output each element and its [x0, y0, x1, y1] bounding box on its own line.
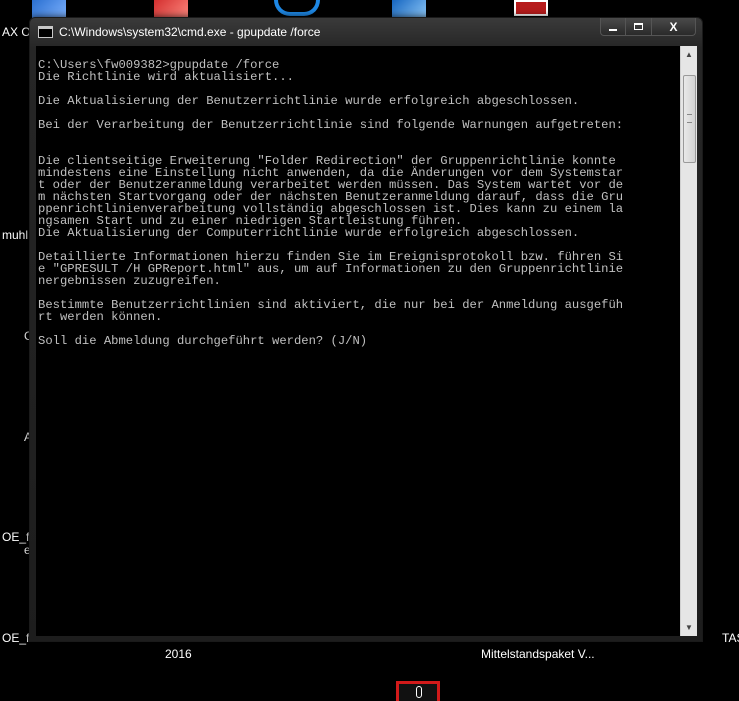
- desktop-shortcut-icon[interactable]: [514, 0, 548, 16]
- scroll-up-button[interactable]: ▲: [681, 46, 697, 63]
- console-output[interactable]: C:\Users\fw009382>gpupdate /force Die Ri…: [36, 46, 680, 636]
- vertical-scrollbar[interactable]: ▲ ▼: [680, 46, 697, 636]
- window-controls: X: [600, 18, 696, 36]
- desktop-icon-label[interactable]: TAS: [722, 631, 739, 645]
- console-line: Bei der Verarbeitung der Benutzerrichtli…: [38, 118, 624, 132]
- scrollbar-thumb[interactable]: [683, 75, 696, 163]
- console-line: rt werden können.: [38, 310, 163, 324]
- desktop-icon-label[interactable]: OE_fi: [2, 631, 32, 645]
- minimize-icon: [609, 28, 617, 31]
- desktop-browser-icon[interactable]: [274, 0, 320, 16]
- desktop-icon-label[interactable]: Mittelstandspaket V...: [481, 647, 595, 661]
- cmd-window[interactable]: C:\Windows\system32\cmd.exe - gpupdate /…: [29, 17, 703, 642]
- cmd-app-icon[interactable]: [38, 26, 53, 38]
- taskbar-pinned-app-icon[interactable]: [396, 681, 440, 701]
- close-button[interactable]: X: [652, 18, 696, 36]
- console-line: Die Aktualisierung der Benutzerrichtlini…: [38, 94, 580, 108]
- scroll-down-button[interactable]: ▼: [681, 619, 697, 636]
- console-line: Soll die Abmeldung durchgeführt werden? …: [38, 334, 368, 348]
- desktop-icon-label[interactable]: AX O: [2, 25, 31, 39]
- console-line: Die Aktualisierung der Computerrichtlini…: [38, 226, 580, 240]
- maximize-icon: [634, 23, 643, 30]
- minimize-button[interactable]: [600, 18, 626, 36]
- arrow-down-icon: ▼: [685, 623, 693, 632]
- maximize-button[interactable]: [626, 18, 652, 36]
- console-line: Die Richtlinie wird aktualisiert...: [38, 70, 294, 84]
- desktop-icon-label[interactable]: muhl: [2, 228, 28, 242]
- window-titlebar[interactable]: C:\Windows\system32\cmd.exe - gpupdate /…: [30, 18, 702, 46]
- arrow-up-icon: ▲: [685, 50, 693, 59]
- paperclip-icon: [416, 686, 422, 698]
- window-title: C:\Windows\system32\cmd.exe - gpupdate /…: [59, 25, 321, 39]
- close-icon: X: [669, 19, 678, 34]
- desktop-icon-label[interactable]: OE_fi: [2, 530, 32, 544]
- console-text: C:\Users\fw009382>gpupdate /force Die Ri…: [36, 46, 680, 347]
- desktop-icon-label[interactable]: 2016: [165, 647, 192, 661]
- console-line: nergebnissen zuzugreifen.: [38, 274, 221, 288]
